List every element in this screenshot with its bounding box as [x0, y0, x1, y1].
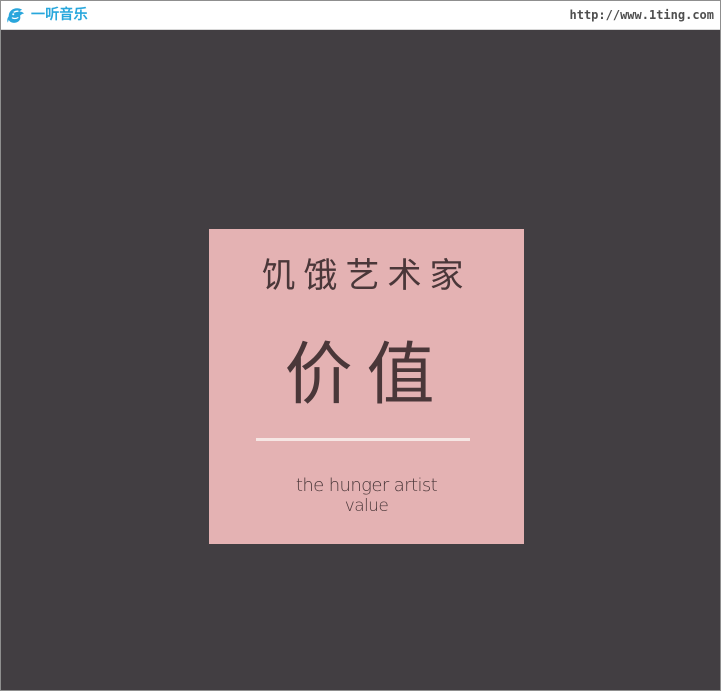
cover-divider	[256, 438, 470, 441]
dolphin-logo-icon	[7, 8, 25, 23]
top-bar: 一听音乐 http://www.1ting.com	[1, 1, 720, 30]
album-title-chinese: 饥饿艺术家	[261, 256, 472, 296]
album-subtitle-english: value	[344, 496, 389, 516]
album-cover: 饥饿艺术家 价值 the hunger artist value	[209, 229, 524, 544]
site-logo[interactable]: 一听音乐	[5, 3, 88, 27]
site-name[interactable]: 一听音乐	[31, 3, 88, 27]
album-title-english: the hunger artist	[295, 475, 438, 496]
album-subtitle-chinese: 价值	[284, 336, 449, 415]
album-art-stage: 饥饿艺术家 价值 the hunger artist value	[1, 30, 720, 690]
site-url[interactable]: http://www.1ting.com	[570, 7, 715, 23]
